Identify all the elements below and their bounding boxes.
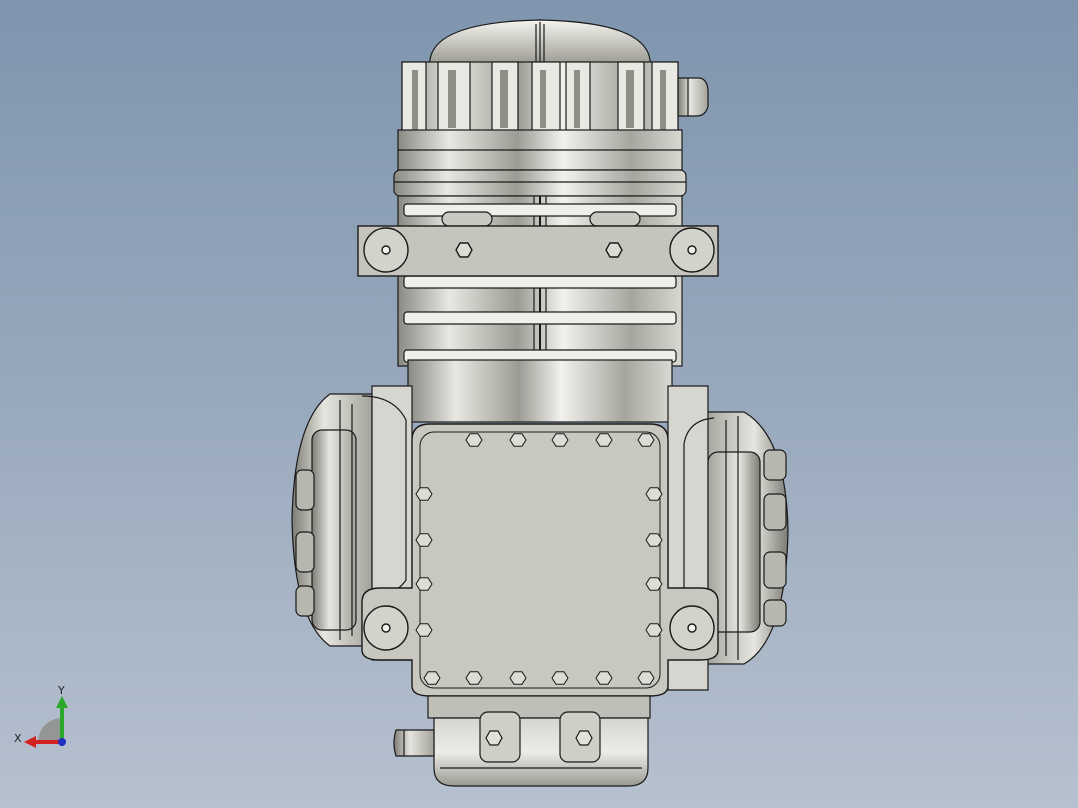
x-axis-label: X <box>14 732 22 745</box>
bolt-icon <box>465 671 483 685</box>
bolt-icon <box>465 433 483 447</box>
y-axis-arrow-icon <box>56 696 68 708</box>
axis-triad: Y X <box>12 684 76 754</box>
bolt-icon <box>415 577 433 591</box>
bolt-icon <box>509 671 527 685</box>
bolt-icon <box>415 487 433 501</box>
bolt-icon <box>551 671 569 685</box>
bolt-icon <box>645 577 663 591</box>
y-axis-label: Y <box>58 684 65 697</box>
engine-model[interactable] <box>0 0 1078 808</box>
bolt-icon <box>637 433 655 447</box>
bolt-icon <box>645 623 663 637</box>
cylinder-head <box>393 19 709 197</box>
x-axis-arrow-icon <box>24 736 36 748</box>
upper-bracket <box>357 225 719 277</box>
bolt-icon <box>551 433 569 447</box>
bolt-icon <box>645 533 663 547</box>
graphics-viewport[interactable]: Y X <box>0 0 1078 808</box>
bolt-icon <box>423 671 441 685</box>
bolt-icon <box>595 671 613 685</box>
triad-plane-icon <box>38 718 62 742</box>
z-axis-dot-icon <box>58 738 66 746</box>
bolt-icon <box>595 433 613 447</box>
bolt-icon <box>415 623 433 637</box>
bolt-icon <box>415 533 433 547</box>
front-cover-plate <box>361 423 719 697</box>
bolt-icon <box>645 487 663 501</box>
bolt-icon <box>637 671 655 685</box>
bolt-icon <box>509 433 527 447</box>
oil-sump <box>393 695 651 787</box>
